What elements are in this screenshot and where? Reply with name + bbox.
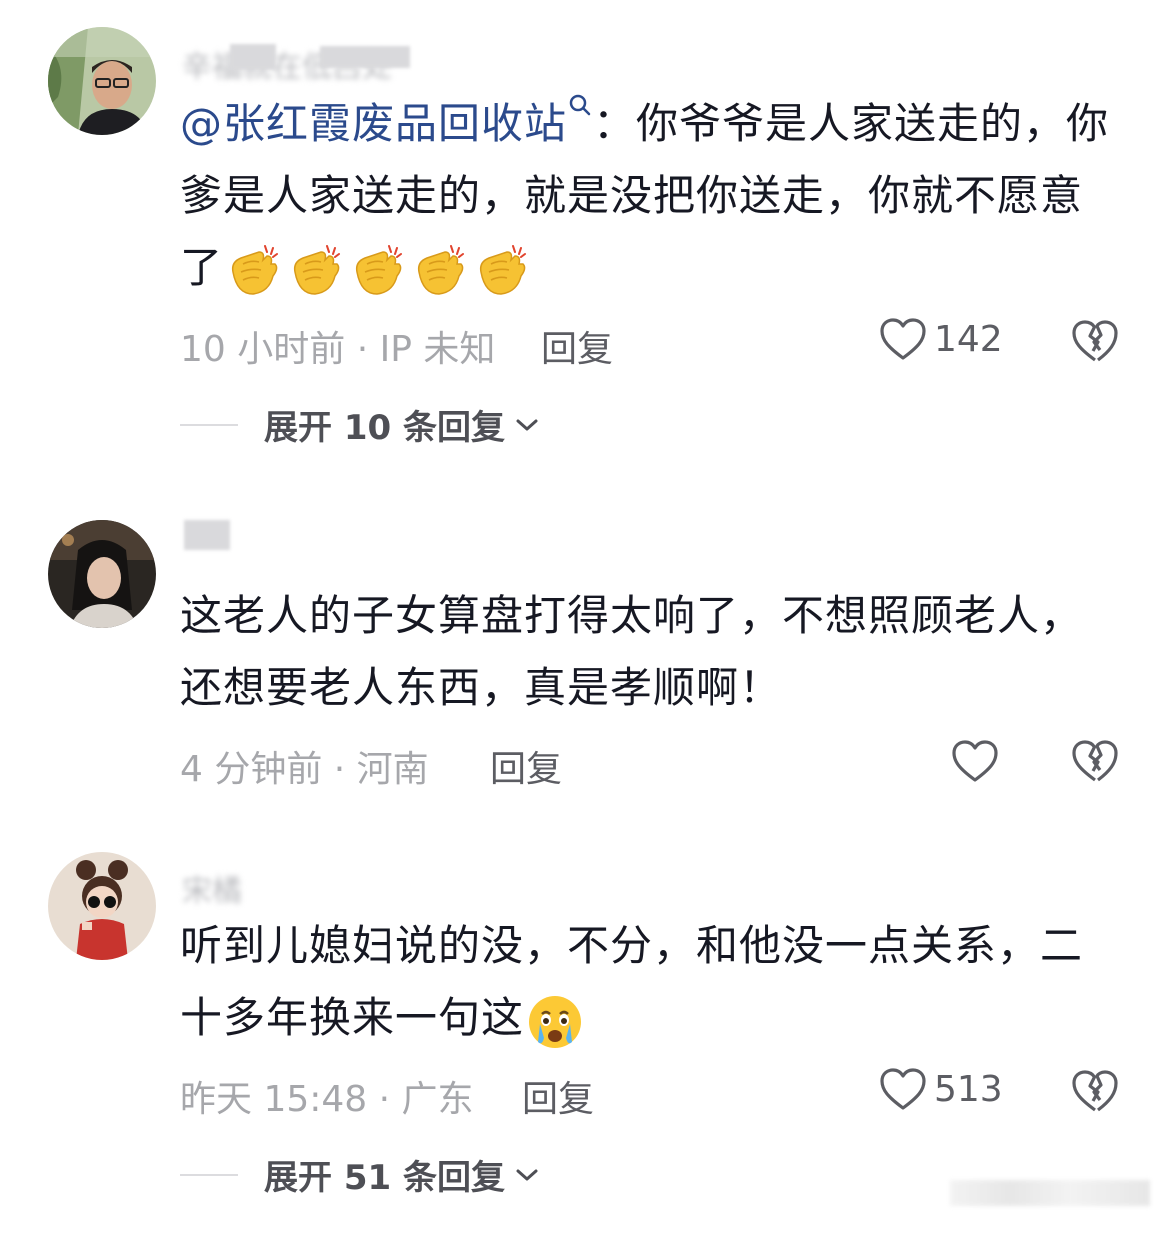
avatar[interactable] xyxy=(48,27,156,135)
expand-replies-label: 展开 51 条回复 xyxy=(264,1158,505,1198)
comment-text: @张红霞废品回收站 ：你爷爷是人家送走的，你爹是人家送走的，就是没把你送走，你就不… xyxy=(180,88,1110,304)
like-button[interactable]: 513 xyxy=(878,1066,1003,1112)
expand-replies[interactable]: 展开 10 条回复 xyxy=(180,400,539,449)
username-redaction xyxy=(230,44,276,70)
comment-text: 听到儿媳妇说的没，不分，和他没一点关系，二十多年换来一句这 xyxy=(180,910,1110,1054)
clapping-hands-icon xyxy=(231,244,279,295)
username[interactable]: 宋橘 xyxy=(182,866,242,910)
heart-icon xyxy=(880,1068,926,1110)
mention-link[interactable]: @张红霞废品回收站 xyxy=(180,99,567,148)
comment-text: 这老人的子女算盘打得太响了，不想照顾老人，还想要老人东西，真是孝顺啊！ xyxy=(180,591,1084,712)
like-count: 142 xyxy=(934,318,1003,360)
like-count: 513 xyxy=(934,1068,1003,1110)
clapping-hands-icon xyxy=(355,244,403,295)
like-button[interactable] xyxy=(950,738,1000,784)
broken-heart-icon[interactable] xyxy=(1070,738,1120,784)
username-redaction xyxy=(320,46,410,68)
avatar[interactable] xyxy=(48,520,156,628)
like-button[interactable]: 142 xyxy=(878,316,1003,362)
reply-button[interactable]: 回复 xyxy=(522,1070,594,1122)
comment-meta: 4 分钟前 · 河南 xyxy=(180,749,429,790)
search-icon[interactable] xyxy=(567,92,593,118)
clapping-hands-icon xyxy=(417,244,465,295)
heart-icon xyxy=(880,318,926,360)
watermark xyxy=(950,1180,1150,1206)
divider-line xyxy=(180,1173,238,1176)
clapping-hands-icon xyxy=(293,244,341,295)
username-redaction xyxy=(184,520,230,550)
clapping-hands-icon xyxy=(479,244,527,295)
broken-heart-icon[interactable] xyxy=(1070,1068,1120,1114)
avatar[interactable] xyxy=(48,852,156,960)
expand-replies-label: 展开 10 条回复 xyxy=(264,408,505,448)
chevron-down-icon xyxy=(516,419,538,430)
chevron-down-icon xyxy=(516,1169,538,1180)
comment-meta: 昨天 15:48 · 广东 xyxy=(180,1079,474,1120)
divider-line xyxy=(180,423,238,426)
heart-icon xyxy=(952,740,998,782)
comment-body: 听到儿媳妇说的没，不分，和他没一点关系，二十多年换来一句这 xyxy=(180,921,1084,1042)
expand-replies[interactable]: 展开 51 条回复 xyxy=(180,1150,539,1199)
reply-button[interactable]: 回复 xyxy=(541,320,613,372)
reply-button[interactable]: 回复 xyxy=(490,740,562,792)
crying-face-icon xyxy=(529,995,582,1048)
broken-heart-icon[interactable] xyxy=(1070,318,1120,364)
comment-meta: 10 小时前 · IP 未知 xyxy=(180,329,496,370)
